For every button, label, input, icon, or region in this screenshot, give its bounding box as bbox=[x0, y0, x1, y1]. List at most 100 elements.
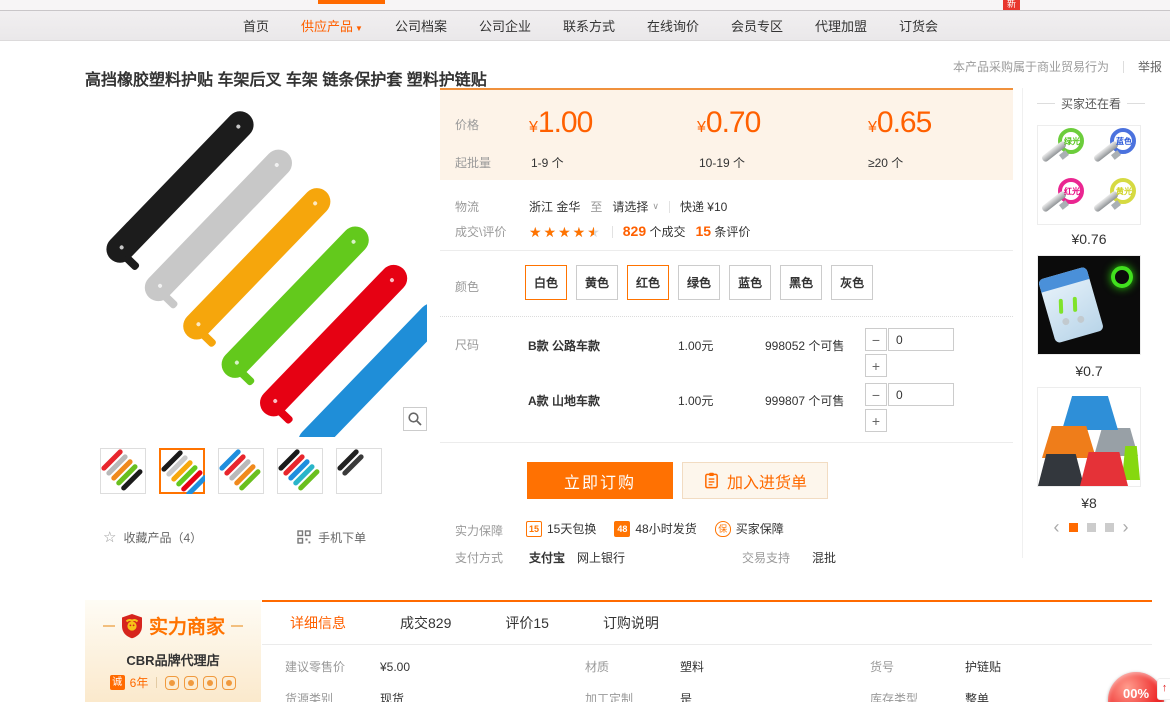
page-dot-2[interactable] bbox=[1087, 523, 1096, 532]
color-label: 颜色 bbox=[455, 278, 479, 295]
color-chip-red[interactable]: 红色 bbox=[627, 265, 669, 300]
moq-tier-3: ≥20 个 bbox=[868, 154, 903, 171]
color-chip-black[interactable]: 黑色 bbox=[780, 265, 822, 300]
sku-name: A款 山地车款 bbox=[528, 392, 600, 409]
trade-support-value: 混批 bbox=[812, 549, 836, 566]
back-to-top-icon[interactable]: ↑ bbox=[1157, 678, 1170, 700]
minus-button[interactable]: − bbox=[865, 383, 887, 406]
detail-material: 材质塑料 bbox=[585, 658, 704, 675]
tab-detail-info[interactable]: 详细信息 bbox=[290, 613, 346, 633]
gallery-actions: ☆ 收藏产品（4） 手机下单 bbox=[103, 528, 366, 546]
deal-count-link[interactable]: 829 个成交 bbox=[623, 223, 686, 240]
color-row: 颜色 白色 黄色 红色 绿色 蓝色 黑色 灰色 bbox=[440, 274, 1013, 292]
deal-label: 成交\评价 bbox=[455, 223, 506, 240]
quantity-input[interactable] bbox=[888, 328, 954, 351]
sidebar-title: 买家还在看 bbox=[1035, 95, 1147, 112]
credit-icon: 诚 bbox=[110, 675, 125, 690]
add-to-cart-button[interactable]: 加入进货单 bbox=[682, 462, 828, 499]
guarantee-buyer: 保买家保障 bbox=[715, 520, 784, 537]
deal-review-row: 成交\评价 ★★★★★★★★★★ 829 个成交 15 条评价 bbox=[440, 223, 1013, 241]
related-product-2[interactable] bbox=[1037, 255, 1141, 355]
mobile-order-button[interactable]: 手机下单 bbox=[297, 529, 366, 546]
detail-retail-price: 建议零售价¥5.00 bbox=[285, 658, 410, 675]
action-buttons: 立即订购 加入进货单 bbox=[440, 462, 1013, 502]
tab-reviews[interactable]: 评价15 bbox=[505, 613, 549, 633]
sidebar-pagination: ‹ › bbox=[1035, 521, 1147, 533]
seller-name[interactable]: CBR品牌代理店 bbox=[85, 650, 261, 669]
prev-arrow-icon[interactable]: ‹ bbox=[1054, 521, 1060, 533]
nav-item-agency[interactable]: 代理加盟 bbox=[815, 16, 867, 35]
related-price-3: ¥8 bbox=[1035, 495, 1143, 511]
valve-light: 黄光 bbox=[1090, 176, 1140, 224]
price-label: 价格 bbox=[455, 116, 479, 133]
report-link[interactable]: 举报 bbox=[1138, 58, 1162, 75]
thumbnail-4[interactable] bbox=[277, 448, 323, 494]
nav-item-contact[interactable]: 联系方式 bbox=[563, 16, 615, 35]
moq-label: 起批量 bbox=[455, 154, 491, 171]
tab-deals[interactable]: 成交829 bbox=[400, 613, 451, 633]
color-chip-gray[interactable]: 灰色 bbox=[831, 265, 873, 300]
badge-48-icon: 48 bbox=[614, 521, 630, 537]
minus-button[interactable]: − bbox=[865, 328, 887, 351]
price-panel: 价格 ¥1.00 ¥0.70 ¥0.65 起批量 1-9 个 10-19 个 ≥… bbox=[440, 88, 1013, 180]
nav-item-inquiry[interactable]: 在线询价 bbox=[647, 16, 699, 35]
color-chip-yellow[interactable]: 黄色 bbox=[576, 265, 618, 300]
related-product-3[interactable] bbox=[1037, 387, 1141, 487]
blister-pack bbox=[1038, 266, 1104, 343]
block-blue bbox=[1062, 396, 1118, 430]
color-options: 白色 黄色 红色 绿色 蓝色 黑色 灰色 bbox=[525, 265, 882, 300]
nav-item-products[interactable]: 供应产品▼ bbox=[301, 16, 363, 35]
divider bbox=[1123, 61, 1124, 73]
seller-service-icon bbox=[184, 676, 198, 690]
glow-ring bbox=[1111, 266, 1133, 288]
detail-stock-type: 库存类型整单 bbox=[870, 690, 989, 702]
calendar-15-icon: 15 bbox=[526, 521, 542, 537]
new-badge: 新 bbox=[1003, 0, 1020, 10]
star-rating: ★★★★★★★★★★ bbox=[529, 225, 602, 239]
moq-tier-2: 10-19 个 bbox=[699, 154, 745, 171]
related-product-1[interactable]: 绿光 蓝色 红光 黄光 bbox=[1037, 125, 1141, 225]
favorite-button[interactable]: ☆ 收藏产品（4） bbox=[103, 528, 202, 546]
logistics-label: 物流 bbox=[455, 198, 479, 215]
main-navigation: 首页 供应产品▼ 公司档案 公司企业 联系方式 在线询价 会员专区 代理加盟 订… bbox=[0, 10, 1170, 41]
to-label: 至 bbox=[590, 198, 602, 215]
thumbnail-5[interactable] bbox=[336, 448, 382, 494]
related-price-1: ¥0.76 bbox=[1035, 231, 1143, 247]
sku-stock: 999807 个可售 bbox=[765, 392, 844, 409]
divider bbox=[440, 442, 1013, 443]
page-dot-3[interactable] bbox=[1105, 523, 1114, 532]
main-product-image[interactable] bbox=[85, 95, 427, 437]
nav-item-company[interactable]: 公司企业 bbox=[479, 16, 531, 35]
nav-item-home[interactable]: 首页 bbox=[243, 16, 269, 35]
tab-order-notes[interactable]: 订购说明 bbox=[603, 613, 659, 633]
thumbnail-2[interactable] bbox=[159, 448, 205, 494]
order-now-button[interactable]: 立即订购 bbox=[527, 462, 673, 499]
review-count-link[interactable]: 15 条评价 bbox=[695, 223, 750, 240]
sku-name: B款 公路车款 bbox=[528, 337, 600, 354]
thumbnail-3[interactable] bbox=[218, 448, 264, 494]
nav-item-order-fair[interactable]: 订货会 bbox=[899, 16, 938, 35]
divider bbox=[440, 250, 1013, 251]
color-chip-green[interactable]: 绿色 bbox=[678, 265, 720, 300]
color-chip-blue[interactable]: 蓝色 bbox=[729, 265, 771, 300]
quantity-input[interactable] bbox=[888, 383, 954, 406]
quantity-stepper: − + bbox=[865, 383, 961, 433]
guarantee-label: 实力保障 bbox=[455, 522, 503, 539]
destination-select[interactable]: 请选择 ∨ bbox=[612, 198, 659, 215]
magnifier-icon[interactable] bbox=[403, 407, 427, 431]
active-nav-indicator bbox=[318, 0, 385, 4]
plus-button[interactable]: + bbox=[865, 409, 887, 432]
plus-button[interactable]: + bbox=[865, 354, 887, 377]
guarantee-row: 实力保障 1515天包换 4848小时发货 保买家保障 bbox=[440, 522, 1013, 540]
sku-row-b: B款 公路车款 1.00元 998052 个可售 − + bbox=[440, 328, 1013, 378]
thumbnail-1[interactable] bbox=[100, 448, 146, 494]
price-tier-2: ¥0.70 bbox=[697, 106, 760, 140]
sku-stock: 998052 个可售 bbox=[765, 337, 844, 354]
color-chip-white[interactable]: 白色 bbox=[525, 265, 567, 300]
nav-item-company-profile[interactable]: 公司档案 bbox=[395, 16, 447, 35]
nav-item-member-zone[interactable]: 会员专区 bbox=[731, 16, 783, 35]
page-dot-1[interactable] bbox=[1069, 523, 1078, 532]
guarantee-15-day: 1515天包换 bbox=[526, 520, 596, 537]
chevron-down-icon: ∨ bbox=[652, 201, 659, 212]
next-arrow-icon[interactable]: › bbox=[1123, 521, 1129, 533]
